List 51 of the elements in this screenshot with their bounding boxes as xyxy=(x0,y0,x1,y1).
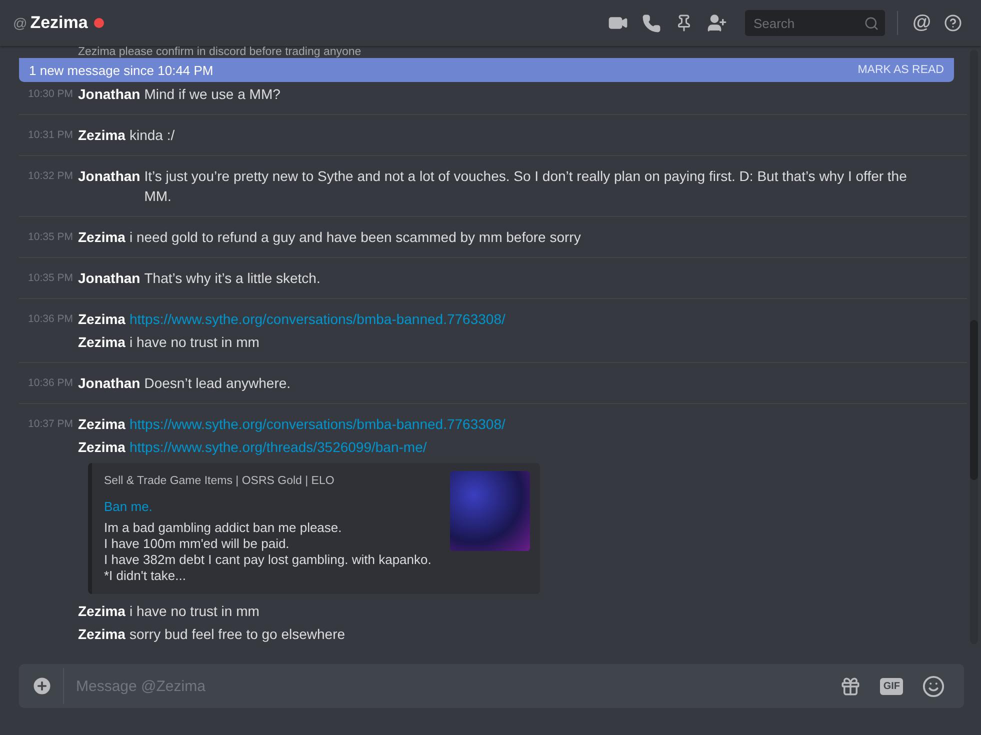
timestamp: 10:36 PM xyxy=(27,376,74,391)
author-name[interactable]: Zezima xyxy=(78,332,126,352)
timestamp: 10:35 PM xyxy=(27,271,74,286)
author-name[interactable]: Zezima xyxy=(78,624,126,644)
author-name[interactable]: Zezima xyxy=(78,414,126,434)
help-icon[interactable] xyxy=(944,14,962,32)
gif-button[interactable]: GIF xyxy=(880,678,903,694)
add-icon[interactable] xyxy=(31,675,53,697)
author-name[interactable]: Zezima xyxy=(78,601,126,621)
message-text: Mind if we use a MM? xyxy=(144,85,282,104)
mentions-button[interactable]: @ xyxy=(912,12,931,34)
embed-description: Im a bad gambling addict ban me please. xyxy=(104,520,343,536)
message-text: kinda :/ xyxy=(129,126,176,145)
timestamp: 10:30 PM xyxy=(27,87,74,102)
channel-name: Zezima xyxy=(30,13,88,33)
author-name[interactable]: Zezima xyxy=(78,227,126,247)
search-icon xyxy=(864,16,880,30)
smiley-icon[interactable] xyxy=(922,674,945,698)
search-input[interactable]: Search xyxy=(751,14,864,32)
timestamp: 10:35 PM xyxy=(27,230,74,245)
embed-provider: Sell & Trade Game Items | OSRS Gold | ELO xyxy=(104,475,336,487)
embed-title[interactable]: Ban me. xyxy=(104,499,152,514)
gift-icon[interactable] xyxy=(840,676,862,696)
at-symbol: @ xyxy=(13,15,28,31)
message-text: Doesn’t lead anywhere. xyxy=(144,374,292,393)
message-text: i need gold to refund a guy and have been scammed by mm before sorry xyxy=(129,228,582,247)
phone-icon[interactable] xyxy=(642,14,662,32)
author-name[interactable]: Zezima xyxy=(78,437,126,457)
author-name[interactable]: Jonathan xyxy=(78,84,140,104)
message-text: i have no trust in mm xyxy=(129,333,260,352)
message-text: sorry bud feel free to go elsewhere xyxy=(129,625,346,644)
timestamp: 10:36 PM xyxy=(27,312,74,327)
banner-text: 1 new message since 10:44 PM xyxy=(29,62,214,78)
embed-description: I have 382m debt I cant pay lost gambling. with kapanko. xyxy=(104,552,432,568)
timestamp: 10:31 PM xyxy=(27,128,74,143)
author-name[interactable]: Zezima xyxy=(78,125,126,145)
author-name[interactable]: Jonathan xyxy=(78,373,140,393)
message-text: i have no trust in mm xyxy=(129,602,260,621)
timestamp: 10:37 PM xyxy=(27,417,74,432)
embed-description: I have 100m mm'ed will be paid. xyxy=(104,536,290,552)
add-user-icon[interactable] xyxy=(707,13,728,33)
message-text: It’s just you’re pretty new to Sythe and not a lot of vouches. So I don’t really plan on paying first. D: But that’s why I offer the MM. xyxy=(144,167,908,206)
timestamp: 10:32 PM xyxy=(27,169,74,184)
search-field[interactable]: Search xyxy=(745,10,886,36)
scrollbar-thumb[interactable] xyxy=(970,320,978,480)
message-text: That’s why it’s a little sketch. xyxy=(144,269,322,288)
author-name[interactable]: Jonathan xyxy=(78,268,140,288)
message-text: Zezima please confirm in discord before trading anyone xyxy=(78,46,362,58)
author-name[interactable]: Jonathan xyxy=(78,166,140,186)
author-name[interactable]: Zezima xyxy=(78,309,126,329)
embed-description: *I didn't take... xyxy=(104,568,187,584)
